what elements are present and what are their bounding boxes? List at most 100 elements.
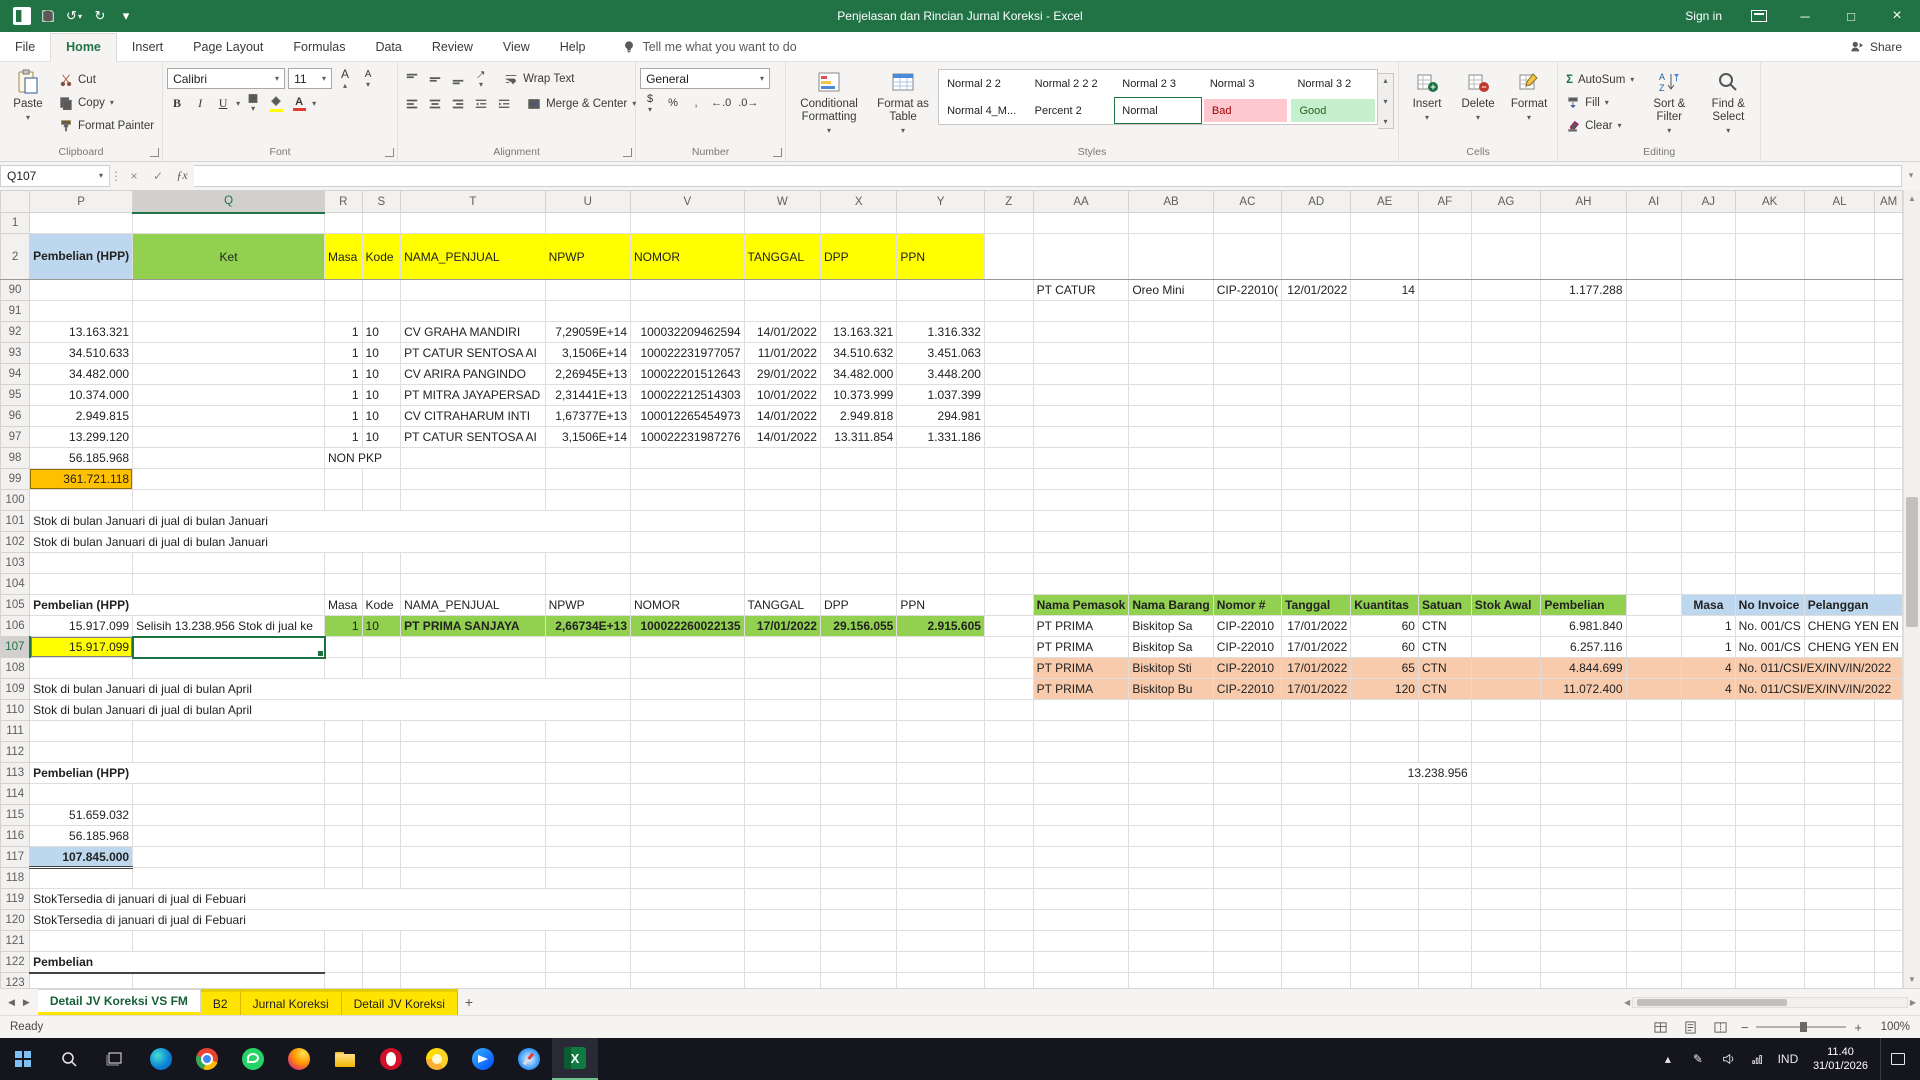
bold-button[interactable]: B bbox=[167, 93, 187, 113]
cell-W109[interactable] bbox=[744, 678, 821, 700]
cell-AF95[interactable] bbox=[1418, 384, 1472, 406]
cell-Y1[interactable] bbox=[896, 212, 985, 234]
cell-AB111[interactable] bbox=[1128, 720, 1214, 742]
cell-Y92[interactable]: 1.316.332 bbox=[896, 321, 985, 343]
cell-AH110[interactable] bbox=[1540, 699, 1627, 721]
cell-P109[interactable]: Stok di bulan Januari di jual di bulan A… bbox=[29, 678, 632, 700]
cell-style-normal-2-3[interactable]: Normal 2 3 bbox=[1114, 70, 1202, 97]
cell-style-normal-4-m-[interactable]: Normal 4_M... bbox=[939, 97, 1027, 124]
cell-W101[interactable] bbox=[744, 510, 821, 532]
cell-AB100[interactable] bbox=[1128, 489, 1214, 511]
cell-P120[interactable]: StokTersedia di januari di jual di Febua… bbox=[29, 909, 632, 931]
cell-AC116[interactable] bbox=[1213, 825, 1283, 847]
cell-AF112[interactable] bbox=[1418, 741, 1472, 763]
cell-AB122[interactable] bbox=[1128, 951, 1214, 973]
hscroll-left-icon[interactable]: ◀ bbox=[1624, 998, 1630, 1007]
cell-W119[interactable] bbox=[744, 888, 821, 910]
cell-T113[interactable] bbox=[400, 762, 546, 784]
row-header-122[interactable]: 122 bbox=[0, 951, 31, 973]
cell-S106[interactable]: 10 bbox=[362, 615, 402, 637]
cell-U108[interactable] bbox=[545, 657, 632, 679]
cell-Z97[interactable] bbox=[984, 426, 1034, 448]
cell-X1[interactable] bbox=[820, 212, 898, 234]
cell-AG106[interactable] bbox=[1471, 615, 1542, 637]
cell-AA98[interactable] bbox=[1033, 447, 1130, 469]
cell-R91[interactable] bbox=[324, 300, 363, 322]
customize-quick-access-icon[interactable]: ▾ bbox=[114, 4, 138, 28]
cell-Z93[interactable] bbox=[984, 342, 1034, 364]
cell-AE108[interactable]: 65 bbox=[1350, 657, 1419, 679]
cell-P100[interactable] bbox=[29, 489, 134, 511]
cell-Y120[interactable] bbox=[896, 909, 985, 931]
row-header-90[interactable]: 90 bbox=[0, 279, 31, 301]
cell-AF2[interactable] bbox=[1418, 233, 1472, 280]
cell-T95[interactable]: PT MITRA JAYAPERSAD bbox=[400, 384, 546, 406]
cell-AD100[interactable] bbox=[1281, 489, 1352, 511]
col-header-U[interactable]: U bbox=[544, 190, 632, 213]
cell-AE93[interactable] bbox=[1350, 342, 1419, 364]
cell-X94[interactable]: 34.482.000 bbox=[820, 363, 898, 385]
cell-AL117[interactable] bbox=[1804, 846, 1876, 868]
cell-AG114[interactable] bbox=[1471, 783, 1542, 805]
ribbon-display-options-button[interactable] bbox=[1736, 0, 1782, 32]
cell-U114[interactable] bbox=[545, 783, 632, 805]
cell-AK1[interactable] bbox=[1735, 212, 1805, 234]
cell-AD104[interactable] bbox=[1281, 573, 1352, 595]
cell-W97[interactable]: 14/01/2022 bbox=[744, 426, 821, 448]
cell-S90[interactable] bbox=[362, 279, 402, 301]
cell-style-normal-3-2[interactable]: Normal 3 2 bbox=[1289, 70, 1377, 97]
taskbar-clock[interactable]: 11.40 31/01/2026 bbox=[1805, 1045, 1876, 1073]
cell-AJ116[interactable] bbox=[1681, 825, 1736, 847]
row-header-2[interactable]: 2 bbox=[0, 233, 31, 280]
cell-AG113[interactable] bbox=[1471, 762, 1542, 784]
start-button[interactable] bbox=[0, 1038, 46, 1080]
col-header-AJ[interactable]: AJ bbox=[1681, 190, 1736, 213]
cell-AA102[interactable] bbox=[1033, 531, 1130, 553]
cell-Q103[interactable] bbox=[132, 552, 325, 574]
cell-AC98[interactable] bbox=[1213, 447, 1283, 469]
cell-U103[interactable] bbox=[545, 552, 632, 574]
cell-AA116[interactable] bbox=[1033, 825, 1130, 847]
cell-Z90[interactable] bbox=[984, 279, 1034, 301]
cell-X118[interactable] bbox=[820, 867, 898, 889]
undo-icon[interactable]: ↺ ▾ bbox=[62, 4, 86, 28]
cell-AL97[interactable] bbox=[1804, 426, 1876, 448]
cell-AJ123[interactable] bbox=[1681, 972, 1736, 988]
cell-AB2[interactable] bbox=[1128, 233, 1214, 280]
cell-X119[interactable] bbox=[820, 888, 898, 910]
cell-Q123[interactable] bbox=[132, 972, 325, 988]
cell-P117[interactable]: 107.845.000 bbox=[29, 846, 134, 869]
cell-X102[interactable] bbox=[820, 531, 898, 553]
cell-AD102[interactable] bbox=[1281, 531, 1352, 553]
cell-AA121[interactable] bbox=[1033, 930, 1130, 952]
cell-W117[interactable] bbox=[744, 846, 821, 868]
save-icon[interactable] bbox=[36, 4, 60, 28]
vertical-scrollbar[interactable]: ▲ ▼ bbox=[1903, 190, 1920, 988]
cell-R112[interactable] bbox=[324, 741, 363, 763]
cell-AD106[interactable]: 17/01/2022 bbox=[1281, 615, 1352, 637]
row-header-109[interactable]: 109 bbox=[0, 678, 31, 700]
cell-Q2[interactable]: Ket bbox=[132, 233, 325, 280]
cell-AB117[interactable] bbox=[1128, 846, 1214, 868]
cell-Y102[interactable] bbox=[896, 531, 985, 553]
cell-AL119[interactable] bbox=[1804, 888, 1876, 910]
row-header-102[interactable]: 102 bbox=[0, 531, 31, 553]
cell-T2[interactable]: NAMA_PENJUAL bbox=[400, 233, 546, 280]
cell-AB101[interactable] bbox=[1128, 510, 1214, 532]
cell-Y107[interactable] bbox=[896, 636, 985, 658]
cell-AF105[interactable]: Satuan bbox=[1418, 594, 1472, 616]
cell-AE103[interactable] bbox=[1350, 552, 1419, 574]
cell-AD2[interactable] bbox=[1281, 233, 1352, 280]
cell-AJ98[interactable] bbox=[1681, 447, 1736, 469]
cell-Z122[interactable] bbox=[984, 951, 1034, 973]
cell-AA101[interactable] bbox=[1033, 510, 1130, 532]
cell-U116[interactable] bbox=[545, 825, 632, 847]
cell-AL101[interactable] bbox=[1804, 510, 1876, 532]
cell-P95[interactable]: 10.374.000 bbox=[29, 384, 134, 406]
cell-AC103[interactable] bbox=[1213, 552, 1283, 574]
cell-AC114[interactable] bbox=[1213, 783, 1283, 805]
cell-AL106[interactable]: CHENG YEN EN bbox=[1804, 615, 1903, 637]
cell-AF101[interactable] bbox=[1418, 510, 1472, 532]
cell-AI99[interactable] bbox=[1626, 468, 1683, 490]
cell-AJ100[interactable] bbox=[1681, 489, 1736, 511]
